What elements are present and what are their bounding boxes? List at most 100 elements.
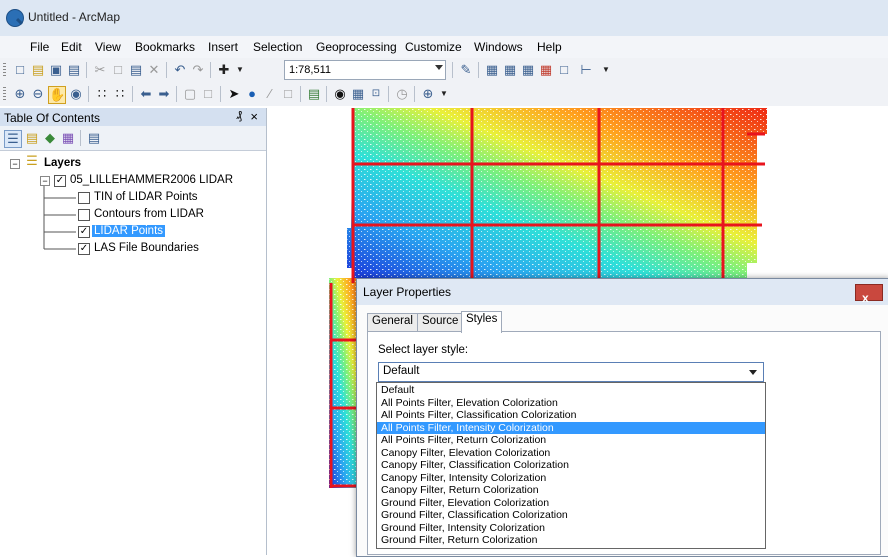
save-icon[interactable]: ▣ xyxy=(48,62,64,78)
layer-style-combo[interactable]: Default xyxy=(378,362,764,382)
menu-insert[interactable]: Insert xyxy=(208,40,238,54)
toolbar-separator xyxy=(88,86,89,102)
forward-extent-icon[interactable]: ➡ xyxy=(156,86,172,102)
html-popup-icon[interactable]: □ xyxy=(280,86,296,102)
new-document-icon[interactable]: □ xyxy=(12,62,28,78)
editor-toolbar-icon[interactable]: ✎ xyxy=(458,62,474,78)
pan-hand-icon[interactable]: ✋ xyxy=(48,86,66,104)
model-builder-icon[interactable]: ⊢ xyxy=(578,62,594,78)
menu-windows[interactable]: Windows xyxy=(474,40,523,54)
list-by-drawing-order-icon[interactable]: ☰ xyxy=(4,130,22,148)
table-of-contents-panel: Table Of Contents ₰ × ☰ ▤ ◆ ▦ ▤ − ☰ Laye… xyxy=(0,108,267,555)
chevron-down-icon[interactable] xyxy=(749,370,757,375)
visibility-checkbox[interactable] xyxy=(78,209,90,221)
copy-icon[interactable]: □ xyxy=(110,62,126,78)
chevron-down-icon[interactable] xyxy=(435,65,443,70)
style-option[interactable]: All Points Filter, Intensity Colorizatio… xyxy=(377,421,765,434)
list-by-source-icon[interactable]: ▤ xyxy=(24,130,40,146)
undo-icon[interactable]: ↶ xyxy=(172,62,188,78)
visibility-checkbox[interactable]: ✓ xyxy=(78,226,90,238)
menu-file[interactable]: File xyxy=(30,40,49,54)
redo-icon[interactable]: ↷ xyxy=(190,62,206,78)
style-option[interactable]: Ground Filter, Classification Colorizati… xyxy=(377,509,765,522)
lidar-noise xyxy=(347,108,767,283)
zoom-out-icon[interactable]: ⊖ xyxy=(30,86,46,102)
arctoolbox-icon[interactable]: ▦ xyxy=(538,62,554,78)
arcmap-app-icon xyxy=(6,9,24,27)
menu-geoprocessing[interactable]: Geoprocessing xyxy=(316,40,397,54)
list-by-selection-icon[interactable]: ▦ xyxy=(60,130,76,146)
style-option-label: Canopy Filter, Elevation Colorization xyxy=(381,446,551,459)
search-window-icon[interactable]: ▦ xyxy=(520,62,536,78)
menu-edit[interactable]: Edit xyxy=(61,40,82,54)
close-icon[interactable]: × xyxy=(250,109,258,124)
select-elements-icon[interactable]: ➤ xyxy=(226,86,242,102)
menu-help[interactable]: Help xyxy=(537,40,562,54)
layers-root-label: Layers xyxy=(44,157,82,169)
fixed-zoom-out-icon[interactable]: ∷ xyxy=(112,86,128,102)
dialog-close-button[interactable]: x xyxy=(855,284,883,305)
menu-customize[interactable]: Customize xyxy=(405,40,462,54)
clear-selection-icon[interactable]: □ xyxy=(200,86,216,102)
toolbar-grip[interactable] xyxy=(3,63,6,77)
collapse-icon[interactable]: − xyxy=(10,159,20,169)
go-to-xy-icon[interactable]: ⊡ xyxy=(368,86,384,102)
find-binoculars-icon[interactable]: ◉ xyxy=(332,86,348,102)
paste-icon[interactable]: ▤ xyxy=(128,62,144,78)
delete-icon[interactable]: ✕ xyxy=(146,62,162,78)
style-option[interactable]: All Points Filter, Elevation Colorizatio… xyxy=(377,397,765,410)
select-features-icon[interactable]: ▢ xyxy=(182,86,198,102)
collapse-icon[interactable]: − xyxy=(40,176,50,186)
toc-toolbar: ☰ ▤ ◆ ▦ ▤ xyxy=(0,126,266,151)
style-option-label: Default xyxy=(381,384,415,396)
toolbar-separator xyxy=(132,86,133,102)
tab-styles[interactable]: Styles xyxy=(461,311,503,333)
style-option[interactable]: All Points Filter, Return Colorization xyxy=(377,434,765,447)
menu-view[interactable]: View xyxy=(95,40,121,54)
style-option[interactable]: Canopy Filter, Return Colorization xyxy=(377,484,765,497)
pin-icon[interactable]: ₰ xyxy=(236,110,242,122)
toolbar-grip[interactable] xyxy=(3,87,6,101)
create-viewer-icon[interactable]: ⊕ xyxy=(420,86,436,102)
zoom-in-icon[interactable]: ⊕ xyxy=(12,86,28,102)
back-extent-icon[interactable]: ⬅ xyxy=(138,86,154,102)
python-window-icon[interactable]: □ xyxy=(556,62,572,78)
toc-options-icon[interactable]: ▤ xyxy=(86,130,102,146)
style-option-label: Canopy Filter, Classification Colorizati… xyxy=(381,459,569,471)
style-option[interactable]: Canopy Filter, Elevation Colorization xyxy=(377,447,765,460)
visibility-checkbox[interactable]: ✓ xyxy=(78,243,90,255)
find-route-icon[interactable]: ▦ xyxy=(350,86,366,102)
menu-bookmarks[interactable]: Bookmarks xyxy=(135,40,195,54)
full-extent-icon[interactable]: ◉ xyxy=(68,86,84,102)
measure-icon[interactable]: ▤ xyxy=(306,86,322,102)
cut-icon[interactable]: ✂ xyxy=(92,62,108,78)
fixed-zoom-in-icon[interactable]: ∷ xyxy=(94,86,110,102)
map-scale-combo[interactable]: 1:78,511 xyxy=(284,60,446,80)
style-option[interactable]: All Points Filter, Classification Colori… xyxy=(377,409,765,422)
visibility-checkbox[interactable] xyxy=(78,192,90,204)
style-option[interactable]: Ground Filter, Return Colorization xyxy=(377,534,765,547)
toolbar-options-icon[interactable]: ▼ xyxy=(598,62,614,78)
style-option[interactable]: Canopy Filter, Classification Colorizati… xyxy=(377,459,765,472)
catalog-window-icon[interactable]: ▦ xyxy=(502,62,518,78)
style-option[interactable]: Canopy Filter, Intensity Colorization xyxy=(377,472,765,485)
menu-selection[interactable]: Selection xyxy=(253,40,302,54)
open-folder-icon[interactable]: ▤ xyxy=(30,62,46,78)
list-by-visibility-icon[interactable]: ◆ xyxy=(42,130,58,146)
time-slider-icon[interactable]: ◷ xyxy=(394,86,410,102)
identify-icon[interactable]: ● xyxy=(244,86,260,102)
add-data-icon[interactable]: ✚ xyxy=(216,62,232,78)
layer-label: LAS File Boundaries xyxy=(94,242,199,254)
print-icon[interactable]: ▤ xyxy=(66,62,82,78)
tab-source[interactable]: Source xyxy=(417,313,464,332)
style-option[interactable]: Ground Filter, Intensity Colorization xyxy=(377,522,765,535)
table-of-contents-icon[interactable]: ▦ xyxy=(484,62,500,78)
style-option[interactable]: Default xyxy=(377,384,765,397)
toolbar-options-icon[interactable]: ▼ xyxy=(436,86,452,102)
add-data-dropdown-icon[interactable]: ▼ xyxy=(232,62,248,78)
visibility-checkbox[interactable]: ✓ xyxy=(54,175,66,187)
tab-general[interactable]: General xyxy=(367,313,418,332)
hyperlink-icon[interactable]: ⁄ xyxy=(262,86,278,102)
dialog-title-bar[interactable]: Layer Properties x xyxy=(357,279,888,305)
style-option[interactable]: Ground Filter, Elevation Colorization xyxy=(377,497,765,510)
